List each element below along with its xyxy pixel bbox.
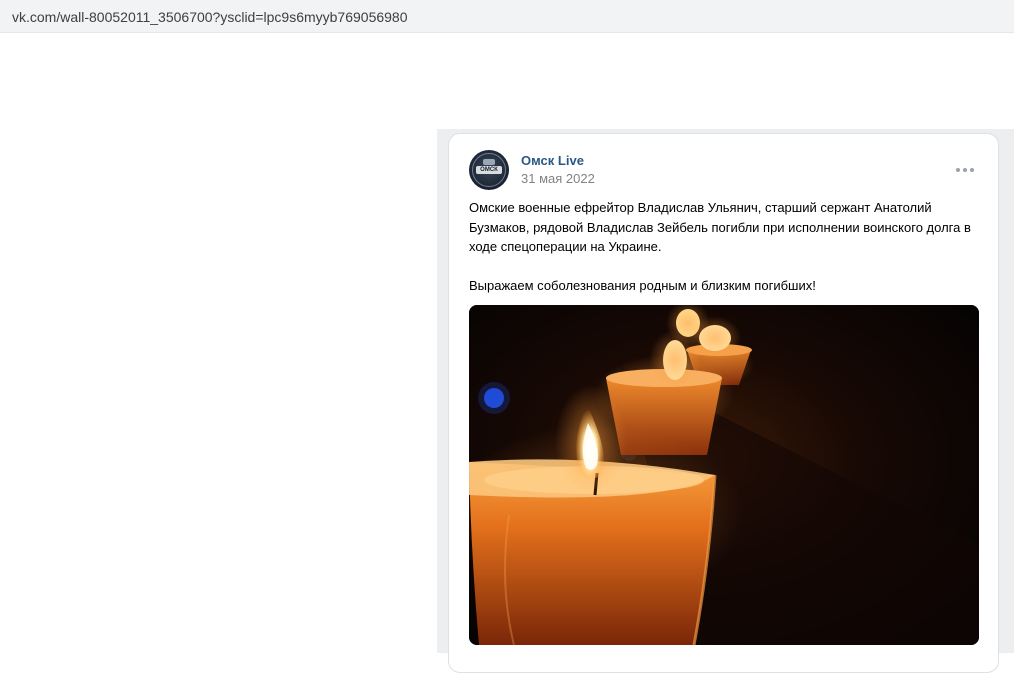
more-dot-icon <box>970 168 974 172</box>
avatar[interactable]: ОМСК <box>469 150 509 190</box>
wall-post: ОМСК Омск Live 31 мая 2022 Омские военны… <box>448 133 999 673</box>
post-paragraph: Выражаем соболезнования родным и близким… <box>469 277 816 293</box>
more-dot-icon <box>963 168 967 172</box>
post-paragraph: Омские военные ефрейтор Владислав Ульяни… <box>469 200 971 254</box>
post-date-link[interactable]: 31 мая 2022 <box>521 171 595 186</box>
more-dot-icon <box>956 168 960 172</box>
candles-photo <box>469 305 979 645</box>
address-bar-edge: ı <box>0 8 1 24</box>
more-options-button[interactable] <box>954 162 978 178</box>
post-photo[interactable] <box>469 305 979 645</box>
avatar-logo-text: ОМСК <box>476 166 502 174</box>
url-text[interactable]: vk.com/wall-80052011_3506700?ysclid=lpc9… <box>12 9 408 25</box>
camera-icon <box>483 159 495 165</box>
page-content: ОМСК Омск Live 31 мая 2022 Омские военны… <box>0 33 1014 673</box>
browser-address-bar[interactable]: ı vk.com/wall-80052011_3506700?ysclid=lp… <box>0 0 1014 33</box>
post-text: Омские военные ефрейтор Владислав Ульяни… <box>469 198 979 295</box>
post-author-link[interactable]: Омск Live <box>521 153 584 168</box>
